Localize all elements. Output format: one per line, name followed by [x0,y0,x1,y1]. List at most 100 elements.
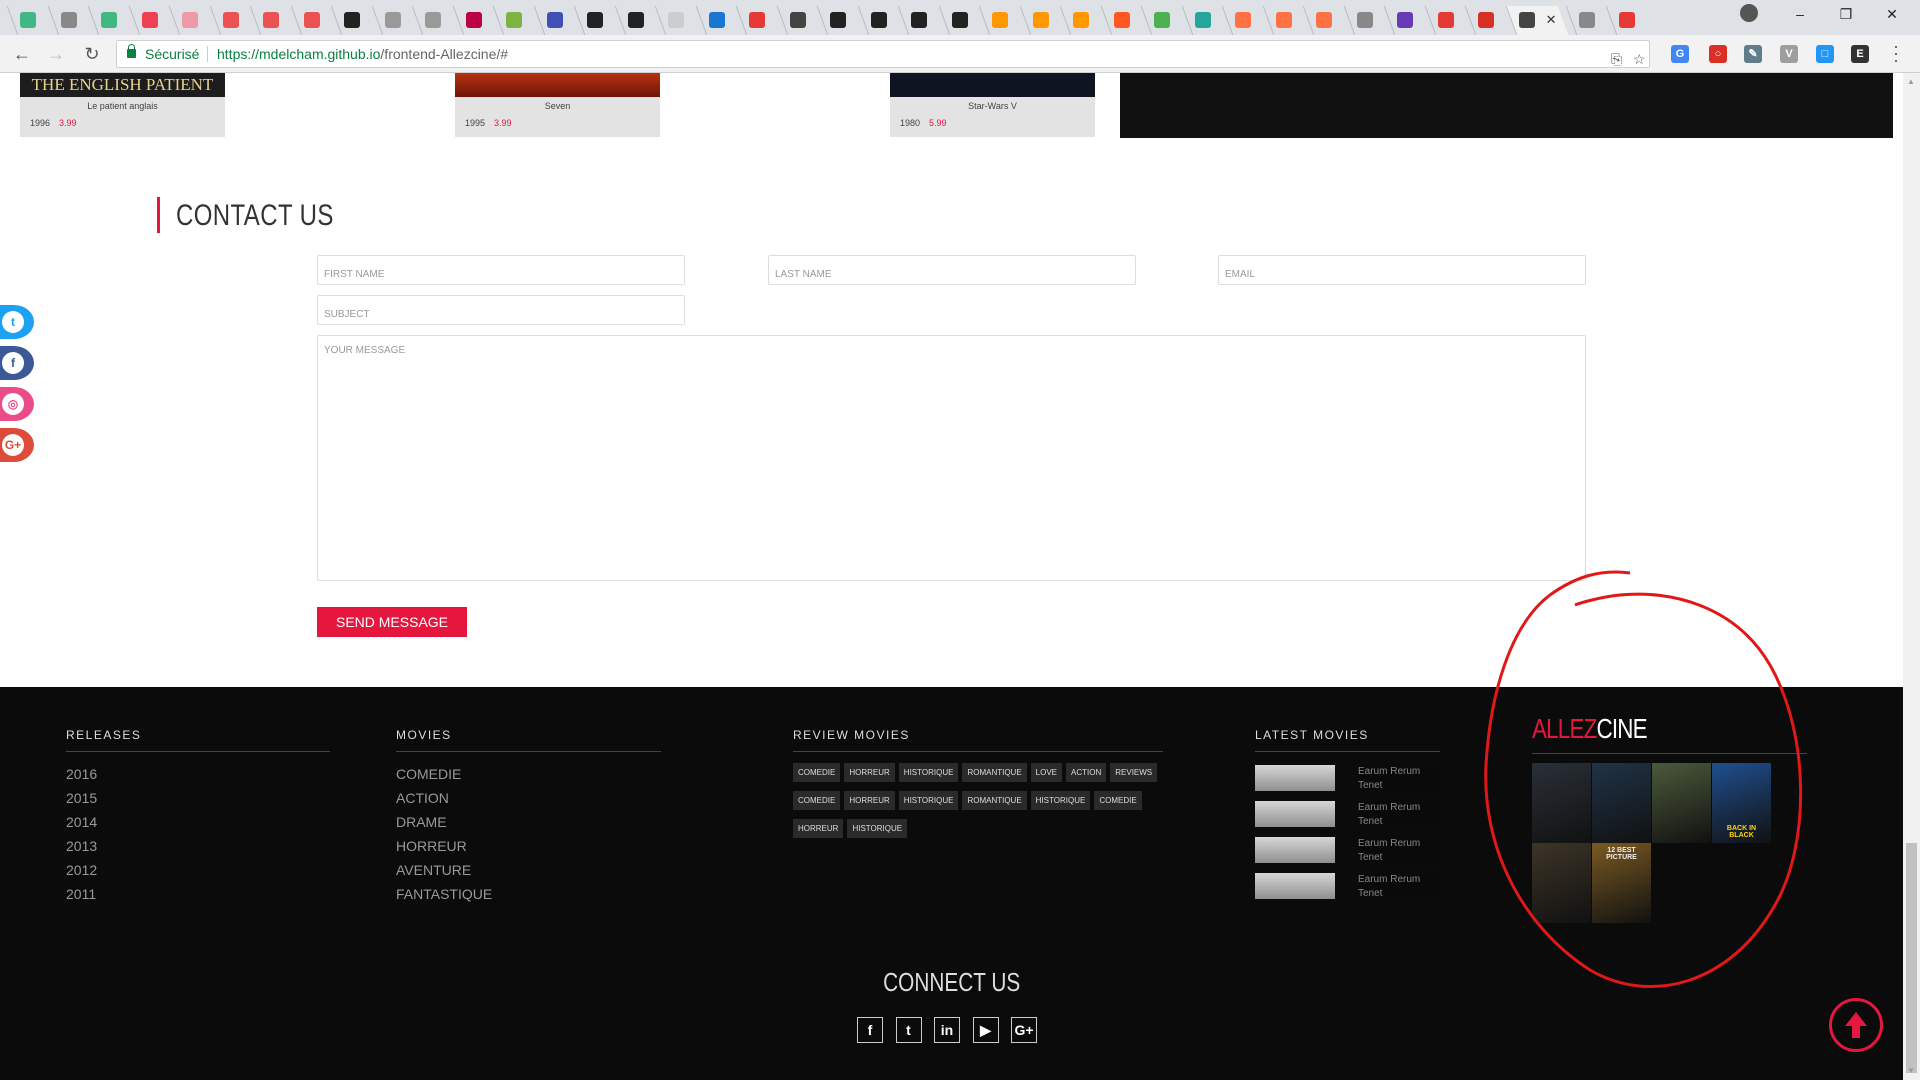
message-field[interactable] [317,335,1586,581]
review-tag[interactable]: ROMANTIQUE [962,763,1027,782]
browser-tab[interactable] [1100,6,1143,35]
browser-tab[interactable] [654,6,698,35]
browser-menu-icon[interactable]: · · · [1893,37,1899,69]
browser-tab[interactable] [330,6,374,35]
browser-tab[interactable] [897,6,941,35]
scrollbar-thumb[interactable] [1906,843,1917,1073]
poster-english-patient[interactable]: 12 BEST PICTURE [1592,843,1651,923]
release-link[interactable]: 2016 [66,764,97,788]
browser-tab[interactable] [1343,6,1386,35]
scroll-to-top-button[interactable] [1829,998,1883,1052]
browser-tab[interactable] [1464,6,1508,35]
review-tag[interactable]: LOVE [1030,763,1063,782]
colorpicker-ext-icon[interactable]: ✎ [1744,45,1762,63]
review-tag[interactable]: HISTORIQUE [898,791,959,810]
social-rail-link[interactable]: f [0,346,34,380]
browser-tab[interactable] [1181,6,1224,35]
linkedin-icon[interactable]: in [934,1017,960,1043]
google-translate-ext-icon[interactable]: G [1671,45,1689,63]
browser-tab[interactable] [168,6,212,35]
review-tag[interactable]: ACTION [1066,763,1107,782]
browser-tab[interactable] [1383,6,1427,35]
poster-lego-batman[interactable]: BACK IN BLACK [1712,763,1771,843]
forward-icon[interactable]: → [46,44,66,64]
review-tag[interactable]: ROMANTIQUE [962,791,1027,810]
browser-tab[interactable] [1302,6,1346,35]
genre-link[interactable]: FANTASTIQUE [396,884,492,908]
browser-tab[interactable] [6,6,50,35]
browser-tab[interactable] [1140,6,1184,35]
genre-link[interactable]: DRAME [396,812,492,836]
twitter-icon[interactable]: t [895,1017,922,1043]
minimize-icon[interactable]: – [1777,0,1823,28]
browser-tab[interactable] [938,6,981,35]
browser-tab[interactable] [1019,6,1062,35]
browser-tab[interactable] [1424,6,1467,35]
latest-movie-item[interactable]: Earum Rerum Tenet [1255,873,1440,899]
browser-tab[interactable] [290,6,333,35]
browser-tab[interactable] [816,6,860,35]
google-plus-icon[interactable]: G+ [1011,1017,1037,1043]
browser-tab[interactable] [695,6,738,35]
release-link[interactable]: 2012 [66,860,97,884]
screen-ext-icon[interactable]: □ [1816,45,1834,63]
release-link[interactable]: 2014 [66,812,97,836]
browser-tab[interactable] [411,6,455,35]
adblock-ext-icon[interactable]: ○ [1709,45,1727,63]
genre-link[interactable]: AVENTURE [396,860,492,884]
browser-tab[interactable] [1059,6,1103,35]
review-tag[interactable]: REVIEWS [1110,763,1158,782]
youtube-icon[interactable]: ▶ [972,1017,999,1043]
browser-tab[interactable] [87,6,131,35]
genre-link[interactable]: COMEDIE [396,764,492,788]
bookmark-star-icon[interactable]: ☆ [1633,46,1646,72]
email-field[interactable] [1218,255,1586,285]
review-tag[interactable]: COMEDIE [1094,791,1142,810]
review-tag[interactable]: COMEDIE [793,763,841,782]
movie-card[interactable]: Seven 1995 3.99 [455,73,660,137]
latest-movie-item[interactable]: Earum Rerum Tenet [1255,837,1440,863]
review-tag[interactable]: HISTORIQUE [898,763,959,782]
browser-tab[interactable] [614,6,657,35]
review-tag[interactable]: HISTORIQUE [1030,791,1091,810]
page-scrollbar[interactable]: ▲ ▼ [1903,73,1920,1080]
movie-card[interactable]: THE ENGLISH PATIENT Le patient anglais 1… [20,73,225,137]
facebook-icon[interactable]: f [857,1017,883,1043]
browser-tab[interactable] [735,6,779,35]
subject-field[interactable] [317,295,685,325]
browser-tab[interactable] [1221,6,1265,35]
social-rail-link[interactable]: t [0,305,34,339]
browser-tab[interactable] [776,6,819,35]
review-tag[interactable]: HISTORIQUE [847,819,908,838]
poster-monsters[interactable] [1532,843,1591,923]
browser-tab[interactable] [978,6,1022,35]
latest-movie-item[interactable]: Earum Rerum Tenet [1255,765,1440,791]
review-tag[interactable]: HORREUR [793,819,844,838]
movie-card[interactable]: Star-Wars V 1980 5.99 [890,73,1095,137]
browser-tab[interactable] [452,6,495,35]
close-window-icon[interactable]: ✕ [1869,0,1915,28]
social-rail-link[interactable]: ◎ [0,387,34,421]
vue-devtools-ext-icon[interactable]: V [1780,45,1798,63]
latest-movie-item[interactable]: Earum Rerum Tenet [1255,801,1440,827]
browser-tab[interactable] [492,6,536,35]
browser-tab[interactable] [249,6,293,35]
social-rail-link[interactable]: G+ [0,428,34,462]
last-name-field[interactable] [768,255,1136,285]
browser-tab[interactable] [1565,6,1608,35]
genre-link[interactable]: HORREUR [396,836,492,860]
first-name-field[interactable] [317,255,685,285]
back-icon[interactable]: ← [12,44,32,64]
release-link[interactable]: 2015 [66,788,97,812]
browser-tab[interactable] [209,6,252,35]
browser-tab[interactable] [533,6,576,35]
release-link[interactable]: 2011 [66,884,97,908]
browser-tab-active[interactable]: ✕ [1505,6,1568,35]
reload-icon[interactable]: ↻ [82,44,102,64]
browser-tab[interactable] [371,6,414,35]
release-link[interactable]: 2013 [66,836,97,860]
browser-tab[interactable] [128,6,171,35]
evernote-ext-icon[interactable]: E [1851,45,1869,63]
send-message-button[interactable]: SEND MESSAGE [317,607,467,637]
close-tab-icon[interactable]: ✕ [1546,12,1557,28]
